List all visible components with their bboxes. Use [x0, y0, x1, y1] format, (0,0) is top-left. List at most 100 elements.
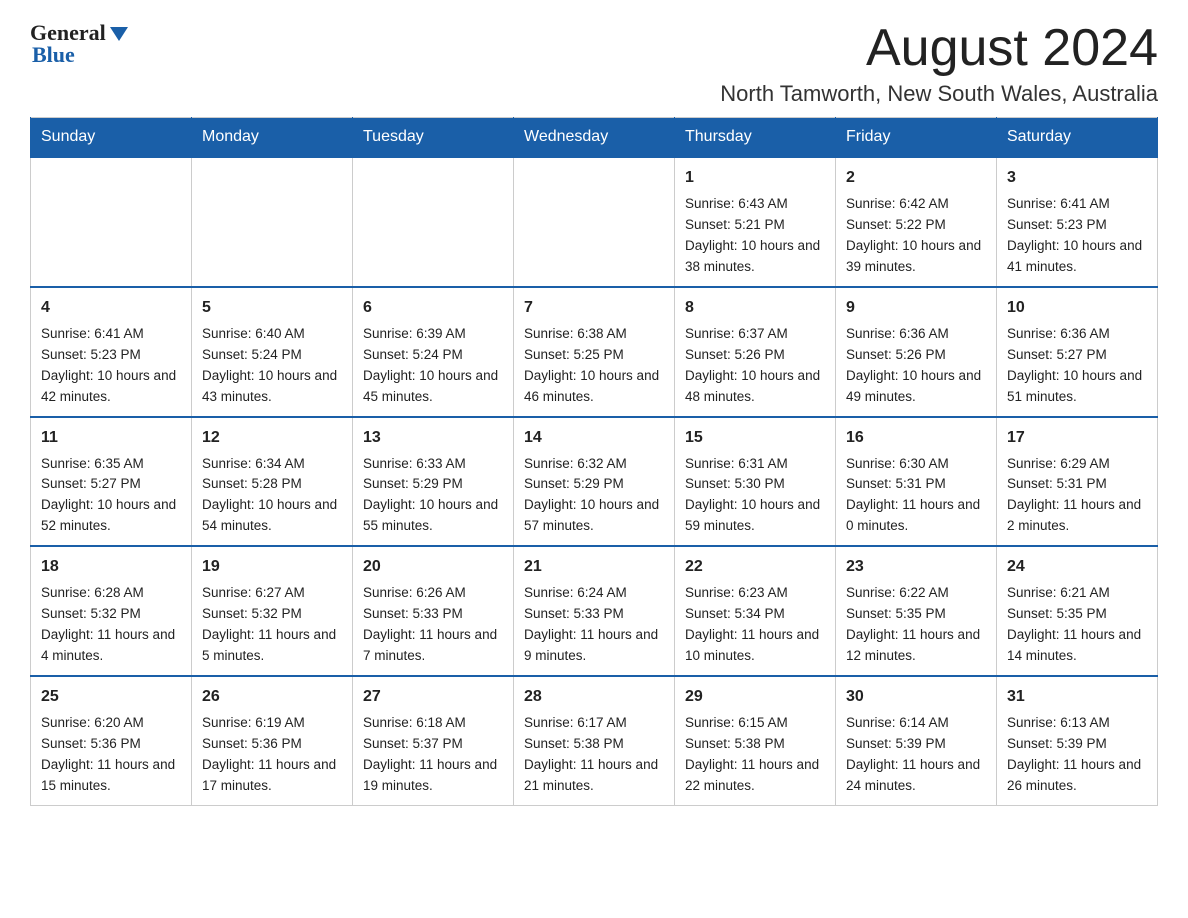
calendar-cell: 21 Sunrise: 6:24 AMSunset: 5:33 PMDayligh… [514, 546, 675, 676]
calendar-header-wednesday: Wednesday [514, 118, 675, 158]
calendar-cell [192, 157, 353, 287]
day-info: Sunrise: 6:19 AMSunset: 5:36 PMDaylight:… [202, 713, 342, 797]
day-info: Sunrise: 6:35 AMSunset: 5:27 PMDaylight:… [41, 454, 181, 538]
calendar-week-row: 4 Sunrise: 6:41 AMSunset: 5:23 PMDaylight… [31, 287, 1158, 417]
day-number: 2 [846, 166, 986, 190]
calendar-cell: 30Sunrise: 6:14 AMSunset: 5:39 PMDayligh… [836, 676, 997, 805]
day-info: Sunrise: 6:27 AMSunset: 5:32 PMDaylight:… [202, 583, 342, 667]
calendar-cell: 17 Sunrise: 6:29 AMSunset: 5:31 PMDayligh… [997, 417, 1158, 547]
calendar-cell: 26 Sunrise: 6:19 AMSunset: 5:36 PMDayligh… [192, 676, 353, 805]
day-number: 31 [1007, 685, 1147, 709]
calendar-cell [514, 157, 675, 287]
day-number: 12 [202, 426, 342, 450]
day-number: 1 [685, 166, 825, 190]
calendar-week-row: 25 Sunrise: 6:20 AMSunset: 5:36 PMDayligh… [31, 676, 1158, 805]
calendar-cell: 7 Sunrise: 6:38 AMSunset: 5:25 PMDaylight… [514, 287, 675, 417]
day-info: Sunrise: 6:33 AMSunset: 5:29 PMDaylight:… [363, 454, 503, 538]
day-info: Sunrise: 6:41 AMSunset: 5:23 PMDaylight:… [1007, 194, 1147, 278]
day-info: Sunrise: 6:18 AMSunset: 5:37 PMDaylight:… [363, 713, 503, 797]
day-number: 4 [41, 296, 181, 320]
calendar-cell: 6Sunrise: 6:39 AMSunset: 5:24 PMDaylight… [353, 287, 514, 417]
calendar-cell: 29 Sunrise: 6:15 AMSunset: 5:38 PMDayligh… [675, 676, 836, 805]
calendar-cell: 10 Sunrise: 6:36 AMSunset: 5:27 PMDayligh… [997, 287, 1158, 417]
calendar-cell: 2 Sunrise: 6:42 AMSunset: 5:22 PMDaylight… [836, 157, 997, 287]
calendar-cell: 15 Sunrise: 6:31 AMSunset: 5:30 PMDayligh… [675, 417, 836, 547]
logo: General Blue [30, 20, 128, 68]
day-info: Sunrise: 6:28 AMSunset: 5:32 PMDaylight:… [41, 583, 181, 667]
day-info: Sunrise: 6:22 AMSunset: 5:35 PMDaylight:… [846, 583, 986, 667]
calendar-header-tuesday: Tuesday [353, 118, 514, 158]
calendar-cell: 9Sunrise: 6:36 AMSunset: 5:26 PMDaylight… [836, 287, 997, 417]
calendar-cell: 3 Sunrise: 6:41 AMSunset: 5:23 PMDaylight… [997, 157, 1158, 287]
calendar-cell: 14Sunrise: 6:32 AMSunset: 5:29 PMDayligh… [514, 417, 675, 547]
location-title: North Tamworth, New South Wales, Austral… [720, 81, 1158, 107]
calendar-cell: 16 Sunrise: 6:30 AMSunset: 5:31 PMDayligh… [836, 417, 997, 547]
day-info: Sunrise: 6:34 AMSunset: 5:28 PMDaylight:… [202, 454, 342, 538]
calendar-cell: 11 Sunrise: 6:35 AMSunset: 5:27 PMDayligh… [31, 417, 192, 547]
day-info: Sunrise: 6:37 AMSunset: 5:26 PMDaylight:… [685, 324, 825, 408]
calendar-cell: 27 Sunrise: 6:18 AMSunset: 5:37 PMDayligh… [353, 676, 514, 805]
day-number: 3 [1007, 166, 1147, 190]
calendar-week-row: 11 Sunrise: 6:35 AMSunset: 5:27 PMDayligh… [31, 417, 1158, 547]
day-info: Sunrise: 6:40 AMSunset: 5:24 PMDaylight:… [202, 324, 342, 408]
calendar-week-row: 1 Sunrise: 6:43 AMSunset: 5:21 PMDaylight… [31, 157, 1158, 287]
day-info: Sunrise: 6:20 AMSunset: 5:36 PMDaylight:… [41, 713, 181, 797]
month-title: August 2024 [720, 20, 1158, 77]
calendar-cell: 4 Sunrise: 6:41 AMSunset: 5:23 PMDaylight… [31, 287, 192, 417]
calendar-cell: 1 Sunrise: 6:43 AMSunset: 5:21 PMDaylight… [675, 157, 836, 287]
day-number: 16 [846, 426, 986, 450]
logo-blue-text: Blue [32, 42, 75, 68]
day-number: 29 [685, 685, 825, 709]
header: General Blue August 2024 North Tamworth,… [30, 20, 1158, 107]
calendar-header-thursday: Thursday [675, 118, 836, 158]
calendar-header-monday: Monday [192, 118, 353, 158]
day-info: Sunrise: 6:24 AMSunset: 5:33 PMDaylight:… [524, 583, 664, 667]
day-info: Sunrise: 6:30 AMSunset: 5:31 PMDaylight:… [846, 454, 986, 538]
calendar-header-saturday: Saturday [997, 118, 1158, 158]
day-info: Sunrise: 6:43 AMSunset: 5:21 PMDaylight:… [685, 194, 825, 278]
calendar-header-row: SundayMondayTuesdayWednesdayThursdayFrid… [31, 118, 1158, 158]
calendar-cell: 5Sunrise: 6:40 AMSunset: 5:24 PMDaylight… [192, 287, 353, 417]
day-info: Sunrise: 6:41 AMSunset: 5:23 PMDaylight:… [41, 324, 181, 408]
day-info: Sunrise: 6:21 AMSunset: 5:35 PMDaylight:… [1007, 583, 1147, 667]
calendar-cell: 13 Sunrise: 6:33 AMSunset: 5:29 PMDayligh… [353, 417, 514, 547]
day-number: 15 [685, 426, 825, 450]
calendar-cell: 25 Sunrise: 6:20 AMSunset: 5:36 PMDayligh… [31, 676, 192, 805]
calendar-header-friday: Friday [836, 118, 997, 158]
day-info: Sunrise: 6:38 AMSunset: 5:25 PMDaylight:… [524, 324, 664, 408]
day-number: 9 [846, 296, 986, 320]
calendar-cell [31, 157, 192, 287]
day-number: 14 [524, 426, 664, 450]
day-number: 28 [524, 685, 664, 709]
calendar-cell: 28 Sunrise: 6:17 AMSunset: 5:38 PMDayligh… [514, 676, 675, 805]
day-number: 23 [846, 555, 986, 579]
day-info: Sunrise: 6:14 AMSunset: 5:39 PMDaylight:… [846, 713, 986, 797]
day-number: 17 [1007, 426, 1147, 450]
day-info: Sunrise: 6:17 AMSunset: 5:38 PMDaylight:… [524, 713, 664, 797]
day-number: 18 [41, 555, 181, 579]
day-number: 26 [202, 685, 342, 709]
day-number: 13 [363, 426, 503, 450]
title-block: August 2024 North Tamworth, New South Wa… [720, 20, 1158, 107]
calendar-cell: 18 Sunrise: 6:28 AMSunset: 5:32 PMDayligh… [31, 546, 192, 676]
day-number: 7 [524, 296, 664, 320]
calendar: SundayMondayTuesdayWednesdayThursdayFrid… [30, 117, 1158, 805]
day-info: Sunrise: 6:15 AMSunset: 5:38 PMDaylight:… [685, 713, 825, 797]
calendar-cell: 24Sunrise: 6:21 AMSunset: 5:35 PMDayligh… [997, 546, 1158, 676]
day-info: Sunrise: 6:42 AMSunset: 5:22 PMDaylight:… [846, 194, 986, 278]
calendar-cell [353, 157, 514, 287]
calendar-week-row: 18 Sunrise: 6:28 AMSunset: 5:32 PMDayligh… [31, 546, 1158, 676]
day-number: 27 [363, 685, 503, 709]
day-number: 11 [41, 426, 181, 450]
day-info: Sunrise: 6:23 AMSunset: 5:34 PMDaylight:… [685, 583, 825, 667]
day-number: 25 [41, 685, 181, 709]
calendar-cell: 22Sunrise: 6:23 AMSunset: 5:34 PMDayligh… [675, 546, 836, 676]
day-info: Sunrise: 6:36 AMSunset: 5:27 PMDaylight:… [1007, 324, 1147, 408]
calendar-cell: 31Sunrise: 6:13 AMSunset: 5:39 PMDayligh… [997, 676, 1158, 805]
day-info: Sunrise: 6:29 AMSunset: 5:31 PMDaylight:… [1007, 454, 1147, 538]
calendar-cell: 19Sunrise: 6:27 AMSunset: 5:32 PMDayligh… [192, 546, 353, 676]
calendar-cell: 20Sunrise: 6:26 AMSunset: 5:33 PMDayligh… [353, 546, 514, 676]
day-info: Sunrise: 6:31 AMSunset: 5:30 PMDaylight:… [685, 454, 825, 538]
day-number: 21 [524, 555, 664, 579]
day-number: 10 [1007, 296, 1147, 320]
